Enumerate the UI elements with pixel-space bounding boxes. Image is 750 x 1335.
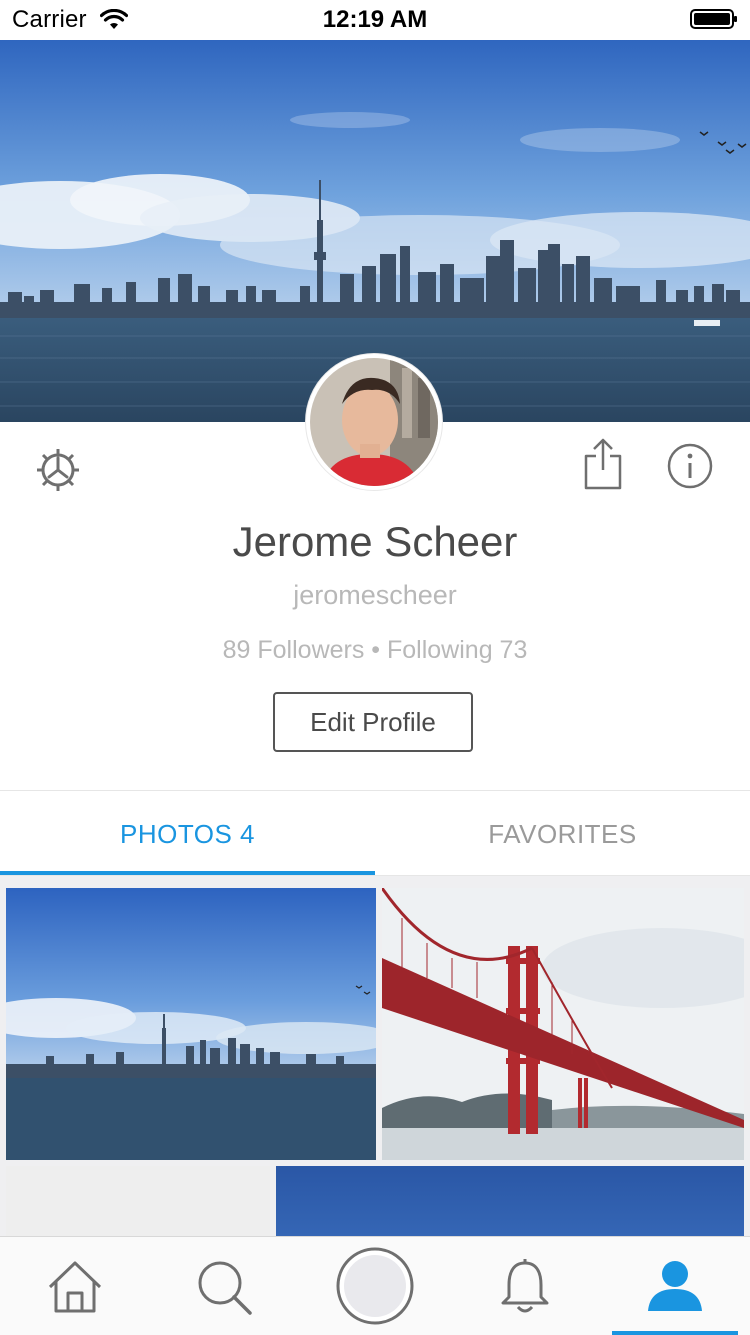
info-icon[interactable] (666, 442, 714, 490)
status-bar: Carrier 12:19 AM (0, 0, 750, 40)
active-tab-indicator (0, 871, 375, 875)
edit-profile-button[interactable]: Edit Profile (273, 692, 473, 752)
tab-search[interactable] (150, 1237, 300, 1335)
share-icon[interactable] (583, 438, 623, 490)
profile-username: jeromescheer (293, 580, 457, 610)
tab-capture[interactable] (300, 1237, 450, 1335)
profile-tabs: PHOTOS 4 FAVORITES (0, 791, 750, 876)
active-tab-indicator (612, 1331, 738, 1335)
profile-header: Jerome Scheer jeromescheer 89 Followers … (0, 354, 750, 791)
photo-thumbnail[interactable] (6, 888, 376, 1160)
tab-favorites[interactable]: FAVORITES (375, 791, 750, 875)
battery-icon (690, 9, 737, 29)
photo-grid (0, 876, 750, 1236)
camera-capture-icon (336, 1247, 414, 1325)
home-icon (48, 1261, 102, 1313)
follow-stats[interactable]: 89 Followers • Following 73 (0, 636, 750, 665)
user-icon (648, 1261, 702, 1311)
profile-name: Jerome Scheer (232, 518, 518, 565)
photo-thumbnail[interactable] (382, 888, 744, 1160)
photo-thumbnail[interactable] (276, 1166, 744, 1236)
tab-profile[interactable] (600, 1237, 750, 1335)
tab-notifications[interactable] (450, 1237, 600, 1335)
tab-home[interactable] (0, 1237, 150, 1335)
bell-icon (501, 1259, 549, 1313)
avatar[interactable] (306, 354, 442, 490)
search-icon (198, 1261, 252, 1315)
gear-icon[interactable] (34, 446, 82, 494)
photo-thumbnail[interactable] (6, 1166, 270, 1236)
bottom-tab-bar (0, 1236, 750, 1335)
tab-photos[interactable]: PHOTOS 4 (0, 791, 375, 875)
status-time: 12:19 AM (322, 6, 428, 33)
